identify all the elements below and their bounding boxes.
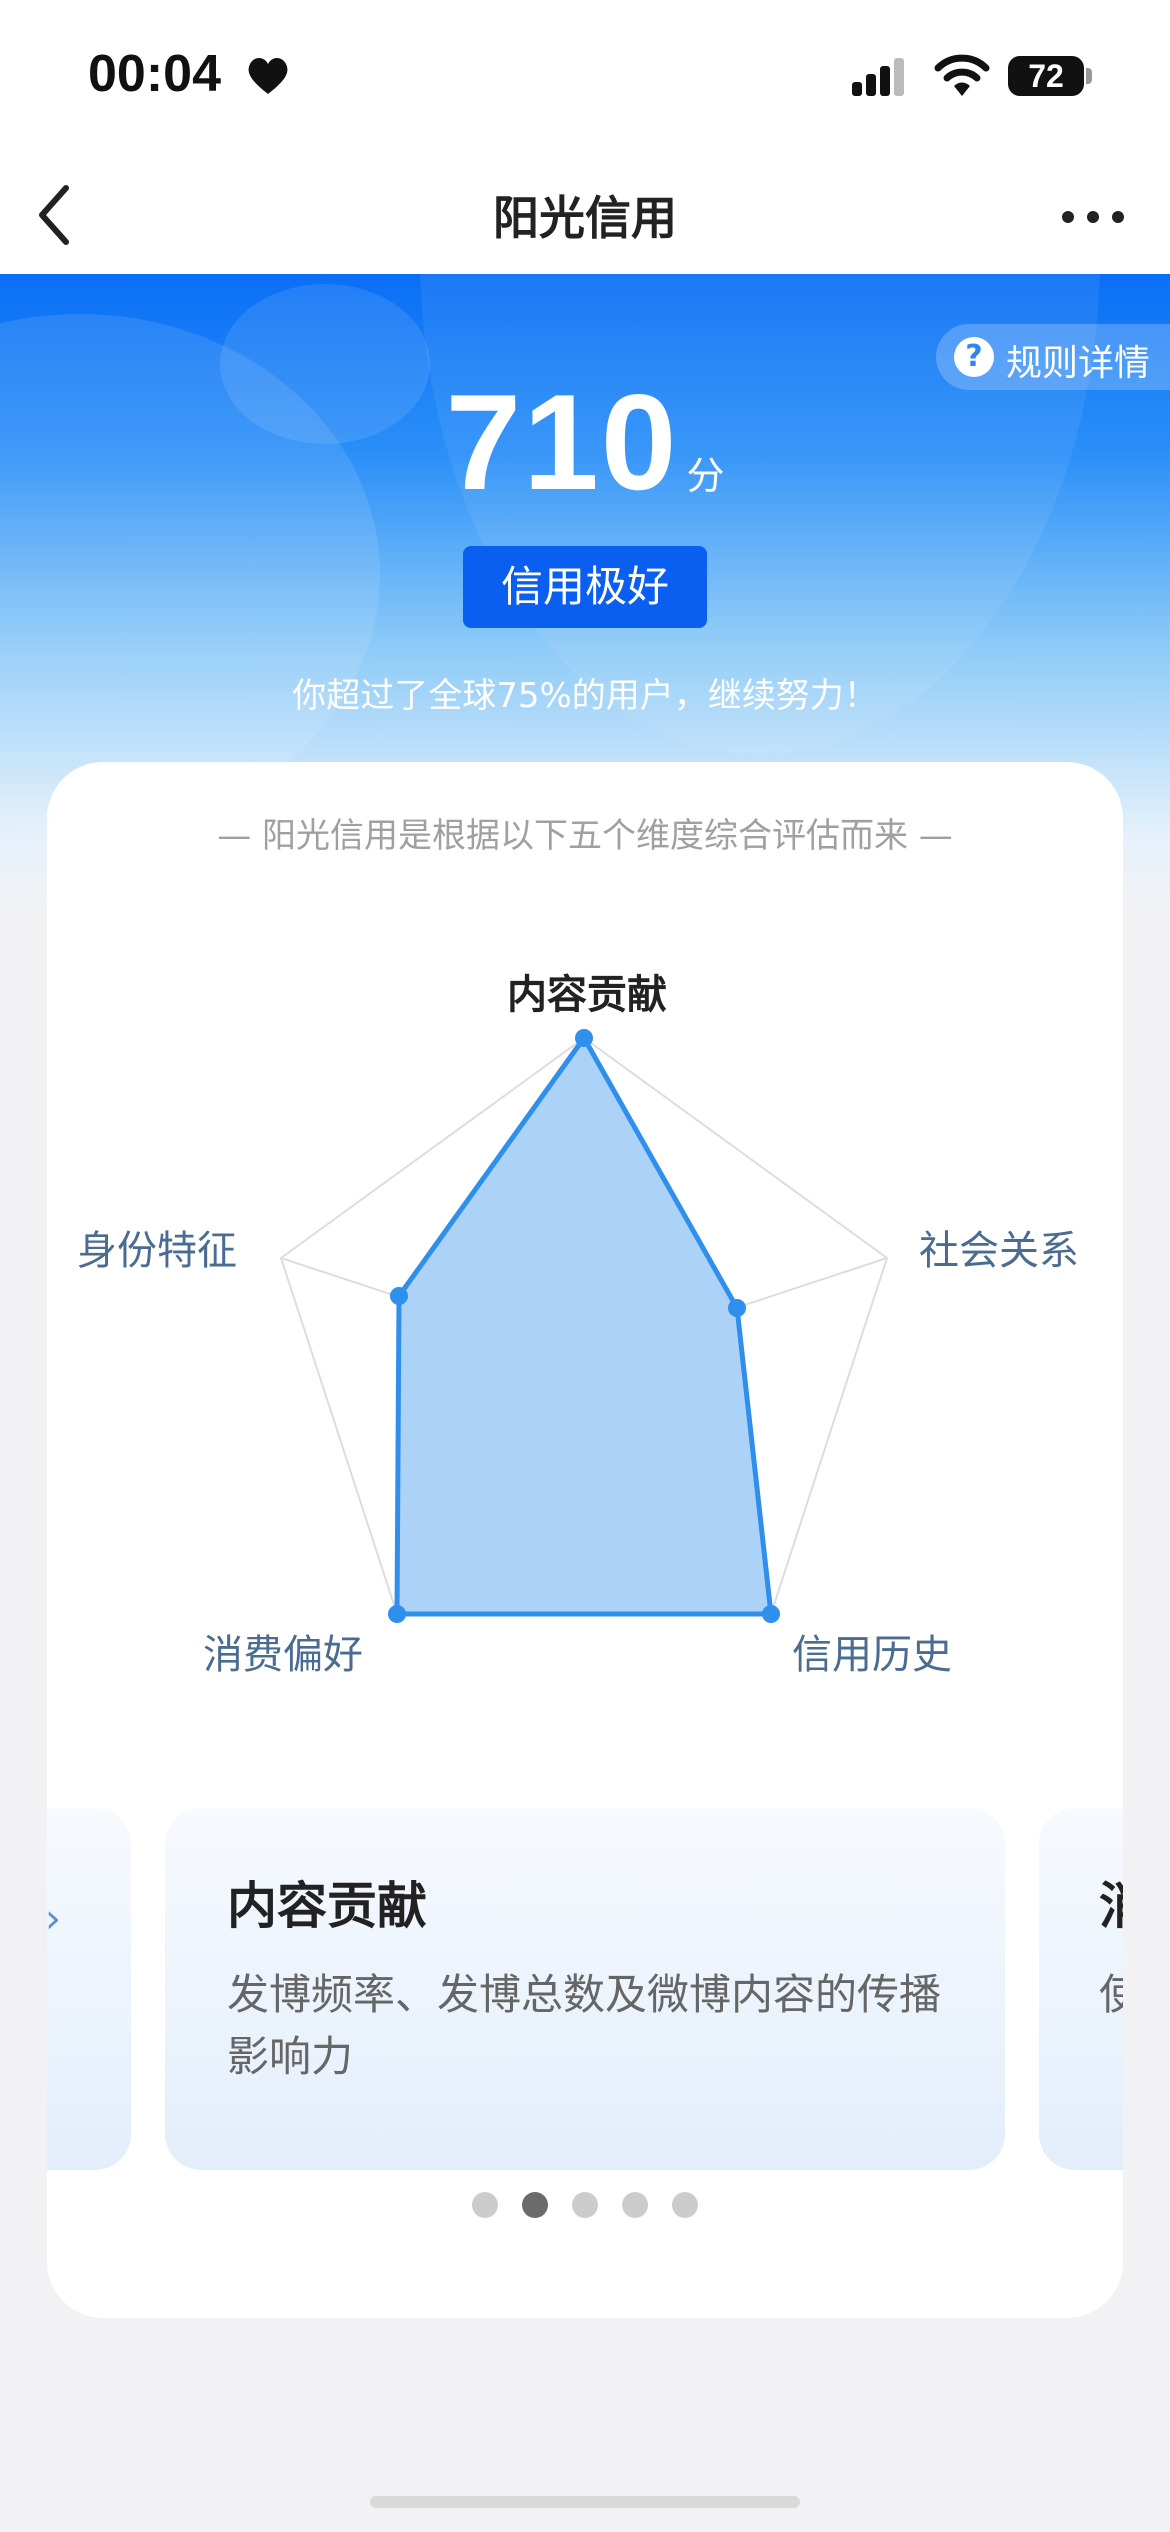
carousel-description: 发博频率、发博总数及微博内容的传播影响力 <box>227 1970 942 2081</box>
heart-icon <box>248 58 288 94</box>
pagination-dot-active[interactable] <box>522 2192 548 2218</box>
chevron-right-icon: › <box>47 1896 61 1942</box>
radar-label-history[interactable]: 信用历史 <box>792 1622 952 1680</box>
page-title: 阳光信用 <box>493 191 677 245</box>
status-bar: 00:04 72 <box>0 0 1170 160</box>
cellular-signal-icon <box>852 58 904 96</box>
radar-data-area <box>394 1035 774 1617</box>
carousel-pagination[interactable] <box>47 2192 1123 2222</box>
battery-icon: 72 <box>1008 52 1092 100</box>
radar-label-social[interactable]: 社会关系 <box>919 1218 1079 1276</box>
wifi-icon <box>934 54 990 96</box>
score-unit: 分 <box>686 454 725 498</box>
battery-level: 72 <box>1028 58 1064 94</box>
carousel-card-next[interactable]: 消 使 <box>1039 1808 1123 2170</box>
radar-label-identity[interactable]: 身份特征 <box>77 1218 237 1276</box>
pagination-dot[interactable] <box>472 2192 498 2218</box>
home-indicator <box>370 2496 800 2508</box>
rank-text: 你超过了全球75%的用户，继续努力！ <box>292 676 878 716</box>
carousel-title: 内容贡献 <box>227 1877 427 1935</box>
radar-label-content[interactable]: 内容贡献 <box>507 962 667 1020</box>
pagination-dot[interactable] <box>672 2192 698 2218</box>
credit-dimensions-card: — 阳光信用是根据以下五个维度综合评估而来 — 内容贡献 社会关系 信用历史 消… <box>47 762 1123 2318</box>
carousel-next-title: 消 <box>1099 1866 1123 1938</box>
credit-level-badge: 信用极好 <box>463 546 707 628</box>
more-icon[interactable] <box>1058 202 1128 232</box>
nav-bar: 阳光信用 <box>0 160 1170 274</box>
radar-point-identity <box>390 1287 408 1305</box>
radar-point-content <box>575 1029 593 1047</box>
carousel-next-desc: 使 <box>1099 1970 1123 2019</box>
pagination-dot[interactable] <box>572 2192 598 2218</box>
radar-point-history <box>762 1605 780 1623</box>
credit-score: 710 <box>445 366 679 518</box>
radar-label-consumption[interactable]: 消费偏好 <box>203 1622 363 1680</box>
score-row: 710 分 <box>0 364 1170 520</box>
radar-point-social <box>728 1299 746 1317</box>
carousel-card-current[interactable]: 内容贡献 发博频率、发博总数及微博内容的传播影响力 <box>165 1808 1005 2170</box>
radar-point-consumption <box>388 1605 406 1623</box>
carousel-card-prev[interactable]: › <box>47 1808 131 2170</box>
status-time: 00:04 <box>88 45 221 103</box>
radar-chart <box>279 1029 889 1623</box>
pagination-dot[interactable] <box>622 2192 648 2218</box>
